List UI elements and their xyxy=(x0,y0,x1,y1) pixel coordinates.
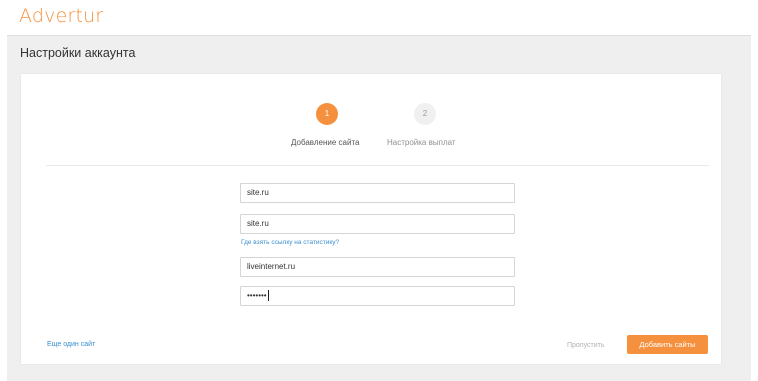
step-2-indicator: 2 xyxy=(414,103,436,125)
password-value: ••••••• xyxy=(247,291,267,300)
divider xyxy=(46,165,709,166)
step-2-label: Настройка выплат xyxy=(387,138,456,147)
settings-page: Настройки аккаунта 1 2 Добавление сайта … xyxy=(7,35,751,381)
counter-input[interactable]: liveinternet.ru xyxy=(240,257,515,277)
add-another-site-link[interactable]: Еще один сайт xyxy=(47,341,95,348)
brand-logo[interactable]: Advertur xyxy=(19,5,103,27)
add-sites-button[interactable]: Добавить сайты xyxy=(627,335,708,354)
step-1-label: Добавление сайта xyxy=(291,138,360,147)
stats-site-input[interactable]: site.ru xyxy=(240,214,515,234)
setup-card: 1 2 Добавление сайта Настройка выплат si… xyxy=(21,74,721,364)
step-1-indicator: 1 xyxy=(316,103,338,125)
skip-link[interactable]: Пропустить xyxy=(567,342,605,349)
text-cursor xyxy=(267,290,269,302)
password-input[interactable]: ••••••• xyxy=(240,286,515,306)
top-bar: Advertur xyxy=(0,0,758,33)
page-title: Настройки аккаунта xyxy=(20,46,136,60)
site-url-input[interactable]: site.ru xyxy=(240,183,515,203)
stats-help-link[interactable]: Где взять ссылку на статистику? xyxy=(241,239,339,246)
